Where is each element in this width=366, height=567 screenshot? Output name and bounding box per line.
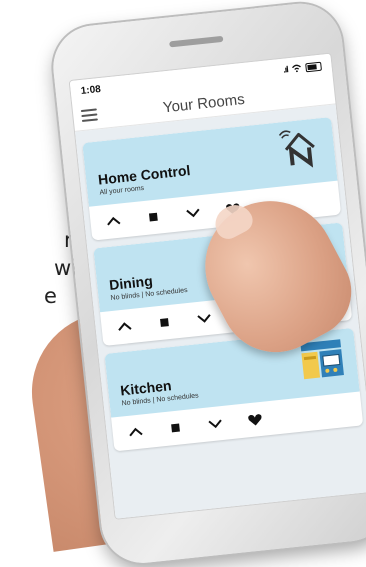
- phone-speaker: [169, 35, 224, 48]
- chevron-up-icon[interactable]: [115, 317, 135, 337]
- chevron-down-icon[interactable]: [194, 308, 214, 328]
- stop-icon[interactable]: [143, 207, 163, 227]
- signal-icon: .ıl: [282, 64, 289, 75]
- battery-icon: [305, 61, 322, 72]
- wifi-icon: [292, 64, 301, 73]
- room-card-kitchen[interactable]: Kitchen No blinds | No schedules: [104, 327, 364, 452]
- chevron-up-icon[interactable]: [126, 422, 146, 442]
- stop-icon[interactable]: [155, 313, 175, 333]
- status-time: 1:08: [80, 83, 102, 97]
- heart-icon[interactable]: [245, 410, 265, 430]
- chevron-up-icon[interactable]: [104, 211, 124, 231]
- menu-icon[interactable]: [80, 108, 98, 123]
- chevron-down-icon[interactable]: [183, 203, 203, 223]
- chevron-down-icon[interactable]: [205, 414, 225, 434]
- house-logo-icon: [278, 130, 315, 168]
- status-icons: .ıl: [283, 61, 322, 75]
- stop-icon[interactable]: [166, 418, 186, 438]
